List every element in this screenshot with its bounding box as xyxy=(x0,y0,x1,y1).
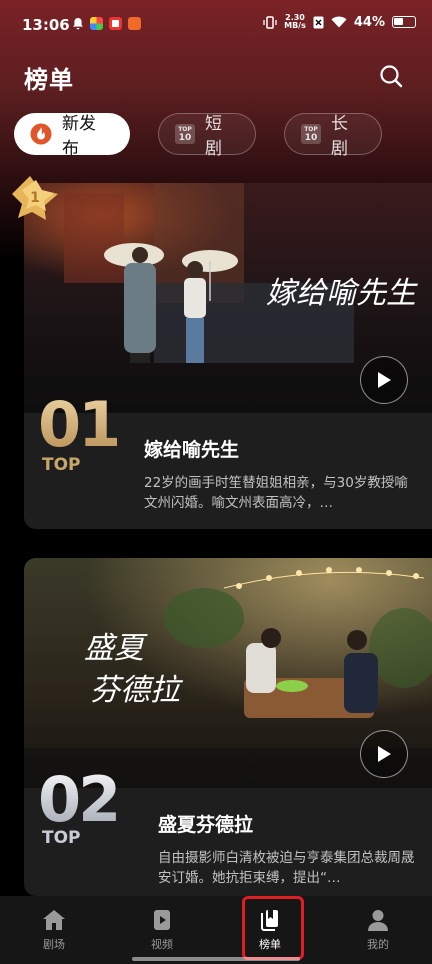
nav-theater[interactable]: 剧场 xyxy=(0,896,108,964)
rank-top-label: TOP xyxy=(42,455,81,475)
home-icon xyxy=(43,910,65,930)
app-notification-icon xyxy=(109,17,122,30)
ranking-card[interactable]: 嫁给喻先生 01 TOP 嫁给喻先生 22岁的画手时笙替姐姐相亲，与30岁教授喻… xyxy=(24,183,432,529)
rank-top-label: TOP xyxy=(42,828,81,848)
play-icon xyxy=(378,746,391,762)
network-speed: 2.30 MB/s xyxy=(284,14,306,30)
rank-medal-number: 1 xyxy=(30,190,40,206)
bell-icon xyxy=(73,18,83,30)
flame-icon xyxy=(30,123,52,145)
rank-number: 02 xyxy=(38,763,121,836)
top10-badge-number: 10 xyxy=(304,132,318,143)
app-notification-icon xyxy=(90,17,103,30)
sim-off-icon xyxy=(313,16,324,28)
nav-label: 视频 xyxy=(151,938,173,951)
notification-icons xyxy=(72,17,141,30)
poster-title-calligraphy-line2: 芬德拉 xyxy=(90,673,184,708)
tab-short-drama[interactable]: TOP 10 短剧 xyxy=(158,113,256,159)
poster-title-calligraphy: 嫁给喻先生 xyxy=(266,276,418,311)
show-title: 盛夏芬德拉 xyxy=(158,814,254,836)
top10-icon: TOP 10 xyxy=(175,124,195,144)
top10-badge-top: TOP xyxy=(178,125,192,133)
vibrate-icon xyxy=(263,15,277,29)
video-icon xyxy=(154,910,170,930)
page-title: 榜单 xyxy=(24,66,74,94)
rank-medal-icon: 1 xyxy=(12,176,58,220)
tab-label: 新发布 xyxy=(62,114,96,159)
ranking-card[interactable]: 盛夏 芬德拉 02 TOP 盛夏芬德拉 自由摄影师白清枚被迫与亨泰集团总裁周晟安… xyxy=(24,558,432,896)
rank-number: 01 xyxy=(38,388,121,461)
top10-badge-top: TOP xyxy=(304,125,318,133)
home-indicator xyxy=(132,957,300,961)
tab-long-drama[interactable]: TOP 10 长剧 xyxy=(284,113,382,159)
status-right: 2.30 MB/s 44% xyxy=(263,14,416,30)
battery-percent: 44% xyxy=(353,14,385,30)
play-button[interactable] xyxy=(360,730,408,778)
net-speed-unit: MB/s xyxy=(284,21,306,30)
top10-icon: TOP 10 xyxy=(301,124,321,144)
wifi-icon xyxy=(331,16,347,28)
poster-title-calligraphy-line1: 盛夏 xyxy=(84,631,148,666)
play-icon xyxy=(378,372,391,388)
nav-label: 我的 xyxy=(367,938,389,951)
search-icon[interactable] xyxy=(378,63,404,89)
nav-label: 剧场 xyxy=(43,938,65,951)
battery-icon xyxy=(392,16,416,28)
bottom-navigation: 剧场 视频 榜单 我的 xyxy=(0,896,432,964)
nav-video[interactable]: 视频 xyxy=(108,896,216,964)
tab-label: 短剧 xyxy=(205,114,222,159)
tab-label: 长剧 xyxy=(331,114,348,159)
tab-new-release[interactable]: 新发布 xyxy=(14,113,130,159)
top10-badge-number: 10 xyxy=(178,132,192,143)
status-time: 13:06 xyxy=(22,16,70,34)
status-bar: 13:06 2.30 MB/s 44% xyxy=(0,0,432,50)
category-tabs: 新发布 TOP 10 短剧 TOP 10 长剧 xyxy=(14,113,382,159)
profile-icon xyxy=(368,910,388,931)
nav-ranking-highlight xyxy=(242,896,304,960)
nav-profile[interactable]: 我的 xyxy=(324,896,432,964)
show-title: 嫁给喻先生 xyxy=(144,439,240,461)
play-button[interactable] xyxy=(360,356,408,404)
app-notification-icon xyxy=(128,17,141,30)
show-description: 自由摄影师白清枚被迫与亨泰集团总裁周晟安订婚。她抗拒束缚，提出“… xyxy=(158,850,415,886)
show-description: 22岁的画手时笙替姐姐相亲，与30岁教授喻文州闪婚。喻文州表面高冷，… xyxy=(144,475,408,511)
